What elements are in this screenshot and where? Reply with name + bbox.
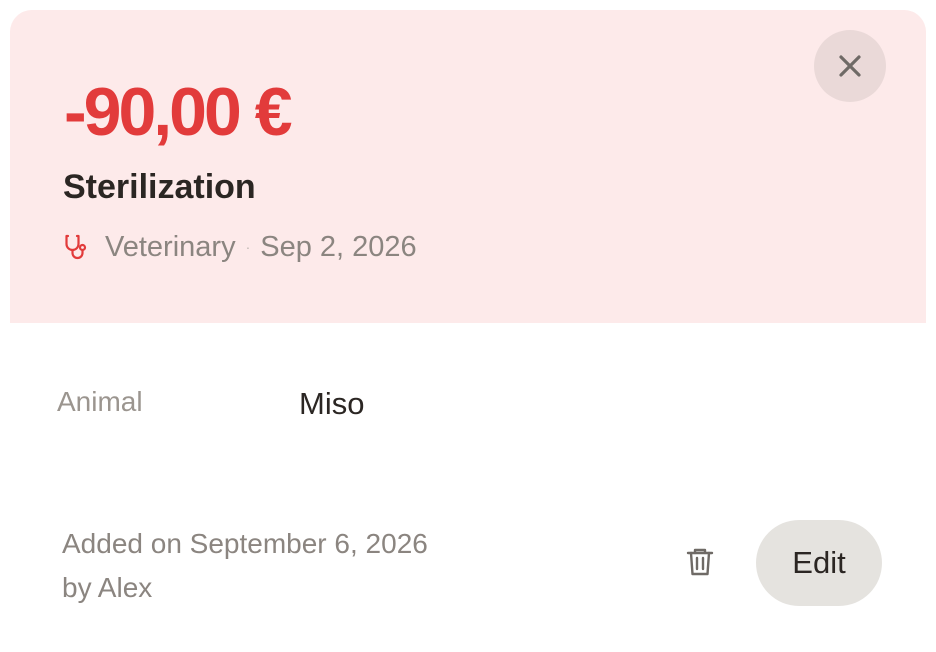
animal-value: Miso — [299, 386, 365, 421]
stethoscope-icon — [63, 232, 93, 262]
expense-category: Veterinary — [105, 230, 236, 263]
close-button[interactable] — [814, 30, 886, 102]
expense-detail-card: -90,00 € Sterilization Veterinary · Sep … — [0, 0, 936, 652]
added-by-text: by Alex — [62, 572, 153, 603]
expense-header: -90,00 € Sterilization Veterinary · Sep … — [10, 10, 926, 323]
edit-button[interactable]: Edit — [756, 520, 882, 606]
trash-icon — [685, 546, 715, 578]
delete-button[interactable] — [680, 541, 720, 583]
expense-amount: -90,00 € — [64, 74, 293, 150]
close-icon — [837, 53, 863, 79]
expense-date: Sep 2, 2026 — [260, 230, 417, 263]
meta-separator: · — [245, 239, 251, 255]
added-info: Added on September 6, 2026 by Alex — [62, 522, 428, 610]
added-on-text: Added on September 6, 2026 — [62, 528, 428, 559]
animal-label: Animal — [57, 386, 143, 417]
expense-title: Sterilization — [63, 168, 256, 206]
expense-meta: Veterinary · Sep 2, 2026 — [63, 229, 417, 265]
